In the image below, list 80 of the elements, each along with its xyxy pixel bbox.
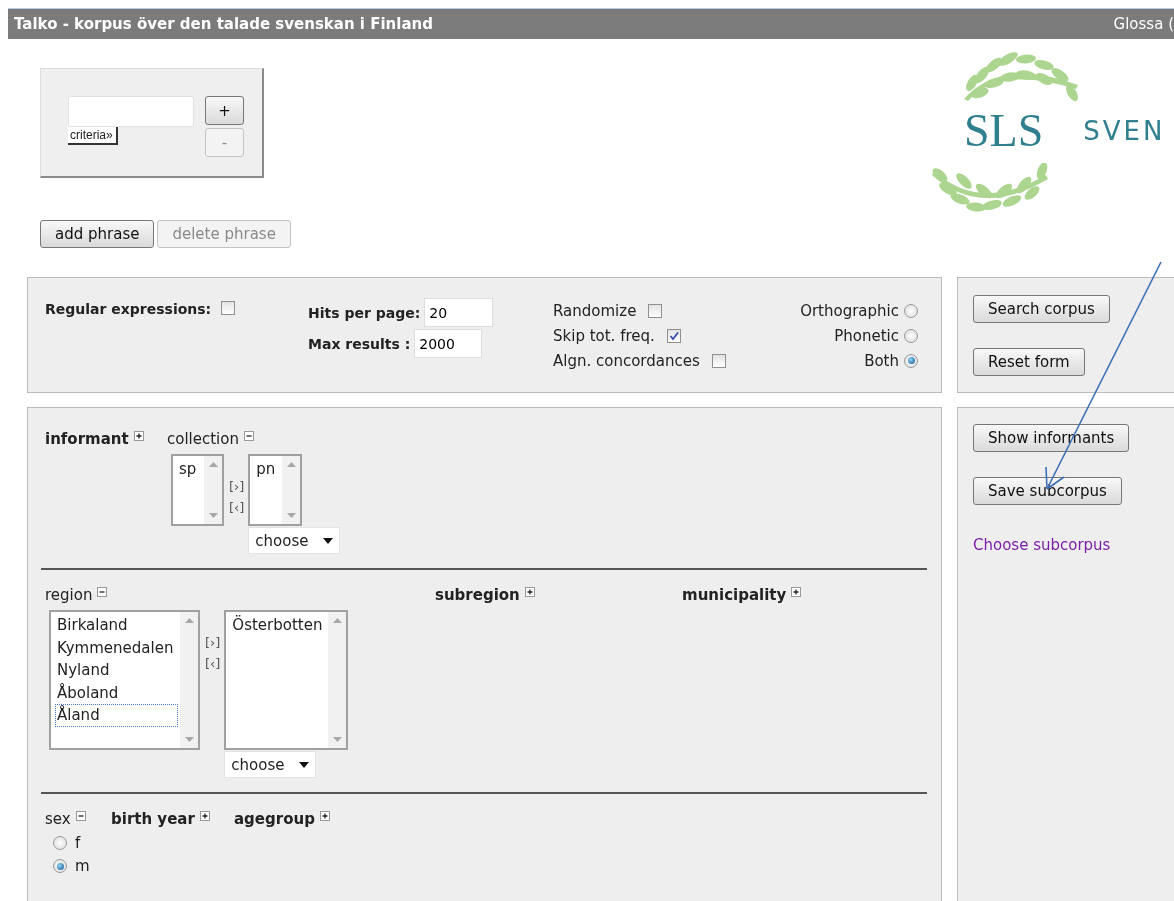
add-token-button[interactable]: + [205,96,244,125]
radio-label: f [75,834,81,852]
phrase-button[interactable]: add phrase [40,220,155,248]
hits-per-page-field[interactable]: 20 [424,298,494,327]
scroll-up-icon[interactable] [184,618,194,623]
radio-button[interactable] [53,836,67,850]
scroll-up-icon[interactable] [208,462,218,467]
expand-icon[interactable] [133,431,144,441]
criterion-label: region [45,586,93,604]
page-title: Talko - korpus över den talade svenskan i Finland [14,15,433,33]
hits-per-page-label: Hits per page: [308,304,421,321]
expand-icon[interactable] [524,587,535,597]
move-left-button[interactable]: [‹] [229,497,245,518]
logo-mark: SLS [964,108,1044,154]
option-label: Skip tot. freq. [553,326,655,345]
scroll-up-icon[interactable] [286,462,296,467]
list-item[interactable]: Kymmenedalen [55,636,178,659]
criterion-label: collection [167,430,239,448]
move-right-button[interactable]: [›] [229,476,245,497]
list-box[interactable]: Österbotten [224,610,349,750]
option-label: Algn. concordances [553,351,700,370]
action-button[interactable]: Reset form [973,348,1085,376]
max-results-field[interactable]: 2000 [414,329,483,358]
list-item[interactable]: Birkaland [55,614,178,637]
transcription-label: Phonetic [834,326,899,345]
scroll-down-icon[interactable] [332,737,342,742]
list-box[interactable]: pn [248,454,303,526]
list-item[interactable]: sp [177,458,202,481]
scroll-down-icon[interactable] [286,513,296,518]
collapse-icon[interactable] [243,431,254,441]
choose-dropdown[interactable]: choose [224,751,317,778]
criterion-label: birth year [111,810,195,828]
transcription-label: Both [864,351,899,370]
choose-dropdown[interactable]: choose [248,527,341,554]
list-item[interactable]: Nyland [55,659,178,682]
app-name: Glossa ( [1113,15,1174,33]
dropdown-value: choose [255,531,309,550]
expand-icon[interactable] [199,811,210,821]
checkbox[interactable] [711,353,726,368]
move-right-button[interactable]: [›] [205,632,221,653]
criterion-label: agegroup [234,810,315,828]
scroll-down-icon[interactable] [208,513,218,518]
list-item[interactable]: Åboland [55,681,178,704]
regex-label: Regular expressions: [45,301,212,317]
criterion-label: sex [45,810,71,828]
collapse-icon[interactable] [75,811,86,821]
caret-icon [299,761,310,768]
transcription-label: Orthographic [800,301,899,320]
move-left-button[interactable]: [‹] [205,653,221,674]
radio-button[interactable] [53,859,67,873]
action-button[interactable]: Search corpus [973,295,1110,323]
query-field[interactable] [68,96,194,127]
criteria-button[interactable]: criteria» [68,127,118,145]
radio-label: m [75,857,90,875]
expand-icon[interactable] [319,811,330,821]
choose-subcorpus-link[interactable]: Choose subcorpus [973,536,1111,554]
logo-name: SVEN [1083,116,1166,146]
radio-button[interactable] [904,303,918,318]
checkbox[interactable] [221,301,236,315]
action-button[interactable]: Save subcorpus [973,477,1122,505]
criterion-label: informant [45,430,129,448]
radio-button[interactable] [904,353,918,368]
list-item[interactable]: Åland [55,704,178,727]
option-label: Randomize [553,301,637,320]
radio-button[interactable] [904,328,918,343]
list-item[interactable]: Österbotten [230,614,327,637]
checkbox[interactable] [648,303,663,318]
caret-icon [323,537,334,544]
dropdown-value: choose [231,755,285,774]
list-item[interactable]: pn [254,458,281,481]
expand-icon[interactable] [791,587,802,597]
checkbox[interactable] [666,328,681,343]
list-box[interactable]: Birkaland Kymmenedalen Nyland Åboland Åland [49,610,200,750]
list-box[interactable]: sp [171,454,224,526]
scroll-down-icon[interactable] [184,737,194,742]
criterion-label: municipality [682,586,787,604]
scroll-up-icon[interactable] [332,618,342,623]
criterion-label: subregion [435,586,520,604]
collapse-icon[interactable] [97,587,108,597]
max-results-label: Max results : [308,335,411,352]
